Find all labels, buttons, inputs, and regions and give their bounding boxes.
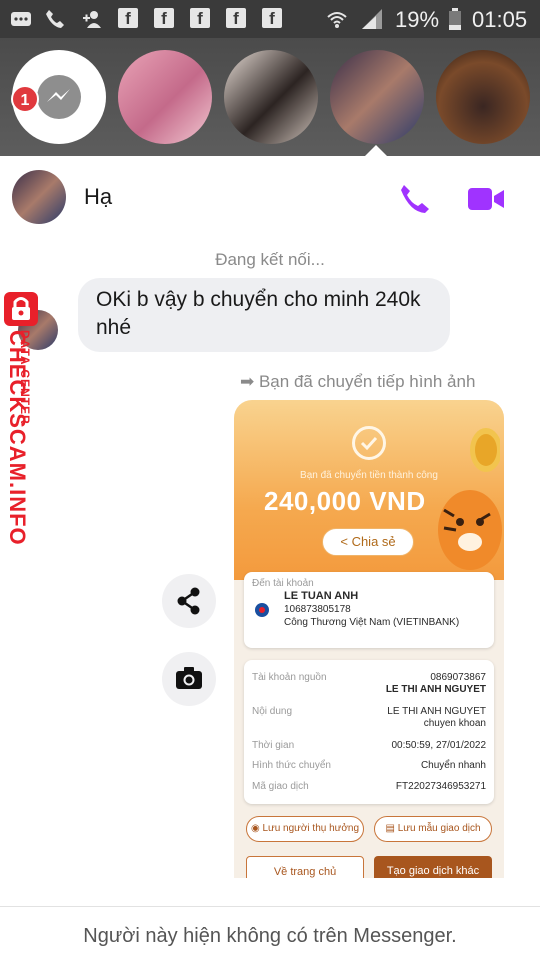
success-check-icon xyxy=(352,426,386,460)
receipt-amount: 240,000 VND xyxy=(264,486,426,516)
chat-heads-bar: 1 xyxy=(0,38,540,156)
bank-logo-icon xyxy=(255,603,269,617)
recipient-name: LE TUAN ANH xyxy=(284,590,359,602)
detail-label: Tài khoản nguồn xyxy=(252,672,327,683)
recipient-bank: Công Thương Việt Nam (VIETINBANK) xyxy=(284,617,460,628)
watermark-line2: CHECKSCAM.INFO xyxy=(5,330,30,546)
forwarded-receipt-image[interactable]: Bạn đã chuyển tiền thành công 240,000 VN… xyxy=(234,400,504,878)
recipient-account: 106873805178 xyxy=(284,604,351,615)
recipient-card: Đến tài khoản LE TUAN ANH 106873805178 C… xyxy=(244,572,494,648)
to-account-label: Đến tài khoản xyxy=(252,578,314,589)
camera-icon xyxy=(176,667,202,689)
add-contact-icon xyxy=(83,11,101,28)
facebook-icon: f xyxy=(118,8,138,28)
lock-icon xyxy=(4,292,38,326)
facebook-icon: f xyxy=(262,8,282,28)
detail-value: 0869073867 xyxy=(430,672,486,683)
detail-label: Thời gian xyxy=(252,740,295,751)
watermark: DATA CENTER CHECKSCAM.INFO xyxy=(0,290,44,550)
detail-value: Chuyển nhanh xyxy=(420,760,486,771)
detail-value: LE THI ANH NGUYET xyxy=(387,706,486,717)
share-icon xyxy=(177,587,200,615)
receipt-share-button: < Chia sẻ xyxy=(322,528,414,556)
chat-head-contact[interactable] xyxy=(118,50,212,144)
receipt-subtitle: Bạn đã chuyển tiền thành công xyxy=(300,470,438,481)
transaction-details-card: Tài khoản nguồn 0869073867 LE THI ANH NG… xyxy=(244,660,494,804)
detail-value: LE THI ANH NGUYET xyxy=(385,684,486,695)
status-bar: f f f f f 19% 01:05 xyxy=(0,0,540,38)
share-icon: < xyxy=(340,534,348,549)
detail-value: 00:50:59, 27/01/2022 xyxy=(391,740,486,751)
new-transaction-button: Tạo giao dịch khác xyxy=(374,856,492,878)
phone-icon xyxy=(46,10,64,28)
chat-head-contact[interactable] xyxy=(330,50,424,144)
signal-icon xyxy=(362,9,382,29)
detail-value: FT22027346953271 xyxy=(395,781,486,792)
unread-badge: 1 xyxy=(11,85,39,113)
home-button: Về trang chủ xyxy=(246,856,364,878)
clock: 01:05 xyxy=(472,7,528,32)
unavailable-notice: Người này hiện không có trên Messenger. xyxy=(0,906,540,960)
chat-head-contact[interactable] xyxy=(436,50,530,144)
wifi-icon xyxy=(327,12,347,28)
message-text: OKi b vậy b chuyển cho minh 240k nhé xyxy=(96,288,421,339)
battery-percent: 19% xyxy=(395,7,440,32)
voice-call-button[interactable] xyxy=(398,182,432,216)
connection-status: Đang kết nối... xyxy=(215,250,325,269)
detail-value: chuyen khoan xyxy=(423,718,486,729)
tiger-icon xyxy=(438,490,502,570)
video-call-button[interactable] xyxy=(466,184,506,214)
contact-name[interactable]: Hạ xyxy=(84,184,112,210)
save-template-button: ▤ Lưu mẫu giao dịch xyxy=(374,816,492,842)
contact-avatar[interactable] xyxy=(12,170,66,224)
facebook-icon: f xyxy=(190,8,210,28)
document-icon: ▤ xyxy=(385,823,395,834)
save-beneficiary-label: Lưu người thụ hưởng xyxy=(262,823,360,834)
share-image-button[interactable] xyxy=(162,574,216,628)
message-bubble[interactable]: OKi b vậy b chuyển cho minh 240k nhé xyxy=(78,278,450,352)
battery-icon xyxy=(449,8,461,30)
save-beneficiary-button: ◉ Lưu người thụ hưởng xyxy=(246,816,364,842)
facebook-icon: f xyxy=(154,8,174,28)
user-icon: ◉ xyxy=(250,823,260,834)
forwarded-label: ➡ Bạn đã chuyển tiếp hình ảnh xyxy=(240,372,476,391)
coin-icon xyxy=(470,428,500,472)
detail-label: Mã giao dịch xyxy=(252,781,309,792)
receipt-share-label: Chia sẻ xyxy=(351,534,396,549)
detail-label: Hình thức chuyển xyxy=(252,760,331,771)
chat-head-contact[interactable] xyxy=(224,50,318,144)
chat-bubble-icon xyxy=(11,12,31,26)
camera-button[interactable] xyxy=(162,652,216,706)
facebook-icon: f xyxy=(226,8,246,28)
save-template-label: Lưu mẫu giao dịch xyxy=(397,823,481,834)
detail-label: Nội dung xyxy=(252,706,293,717)
